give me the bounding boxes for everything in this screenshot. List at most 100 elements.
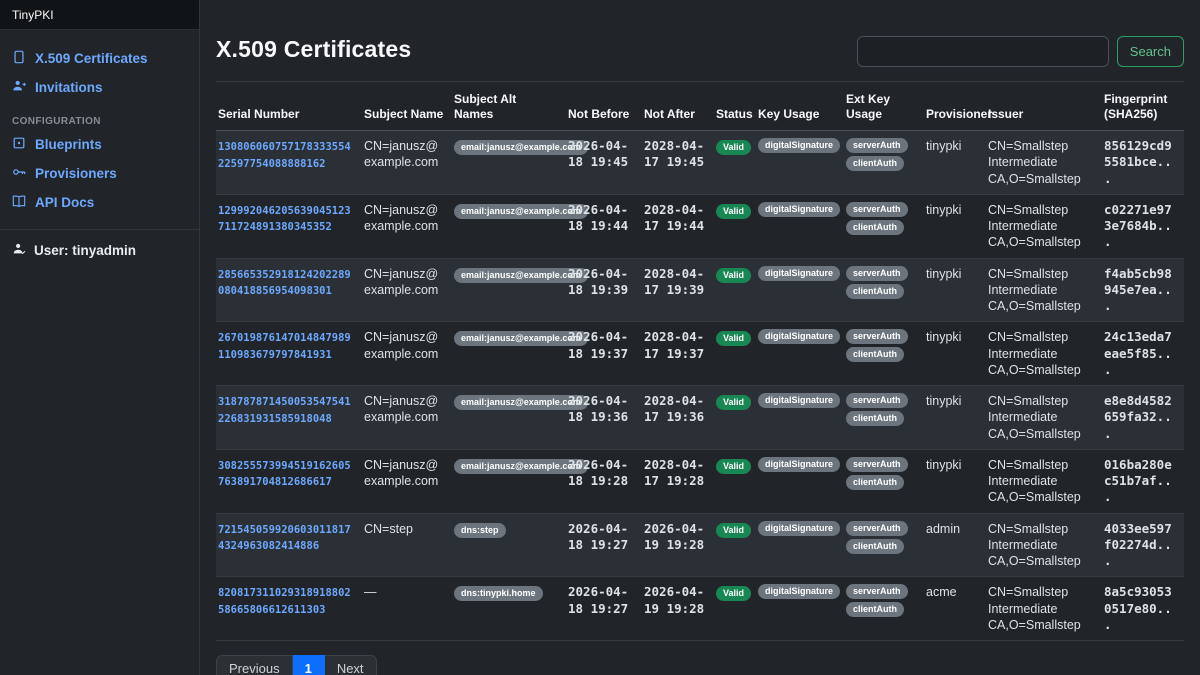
- user-label: User: tinyadmin: [34, 243, 136, 258]
- status-badge: Valid: [716, 586, 751, 601]
- pagination-next[interactable]: Next: [325, 655, 377, 675]
- usage-badge: serverAuth: [846, 584, 908, 599]
- usage-badge: digitalSignature: [758, 266, 840, 281]
- col-subject-name: Subject Name: [362, 84, 452, 131]
- subject-alt-names-cell: email:janusz@example.com: [452, 322, 566, 386]
- status-badge: Valid: [716, 523, 751, 538]
- usage-badge: digitalSignature: [758, 521, 840, 536]
- subject-name-cell: CN=janusz@example.com: [362, 322, 452, 386]
- subject-name-cell: CN=janusz@example.com: [362, 386, 452, 450]
- subject-name-cell: CN=janusz@example.com: [362, 131, 452, 195]
- sidebar-item-blueprints[interactable]: Blueprints: [0, 130, 199, 159]
- serial-number-cell: 308255573994519162605763891704812686617: [216, 449, 362, 513]
- main-header: X.509 Certificates Search: [216, 36, 1184, 67]
- sidebar-item-certificates[interactable]: X.509 Certificates: [0, 44, 199, 73]
- sidebar-section-configuration: CONFIGURATION: [0, 102, 199, 130]
- key-usage-cell: digitalSignature: [756, 577, 844, 641]
- serial-number-link[interactable]: 267019876147014847989110983679797841931: [218, 332, 351, 361]
- serial-number-cell: 285665352918124202289080418856954098301: [216, 258, 362, 322]
- fingerprint-cell: 856129cd95581bce...: [1102, 131, 1184, 195]
- serial-number-cell: 318787871450053547541226831931585918048: [216, 386, 362, 450]
- status-cell: Valid: [714, 131, 756, 195]
- provisioner-cell: tinypki: [924, 322, 986, 386]
- key-usage-cell: digitalSignature: [756, 258, 844, 322]
- issuer-cell: CN=Smallstep Intermediate CA,O=Smallstep: [986, 386, 1102, 450]
- ext-key-usage-cell: serverAuthclientAuth: [844, 131, 924, 195]
- serial-number-link[interactable]: 129992046205639045123711724891380345352: [218, 205, 351, 234]
- user-icon: [12, 242, 26, 259]
- ext-key-usage-cell: serverAuth clientAuth: [844, 449, 924, 513]
- search-button[interactable]: Search: [1117, 36, 1184, 67]
- issuer-cell: CN=Smallstep Intermediate CA,O=Smallstep: [986, 449, 1102, 513]
- col-status: Status: [714, 84, 756, 131]
- search-input[interactable]: [857, 36, 1109, 67]
- subject-alt-names-cell: email:janusz@example.com: [452, 386, 566, 450]
- serial-number-cell: 7215450599206030118174324963082414886: [216, 513, 362, 577]
- status-badge: Valid: [716, 140, 751, 155]
- provisioner-cell: tinypki: [924, 258, 986, 322]
- provisioner-cell: tinypki: [924, 386, 986, 450]
- issuer-cell: CN=Smallstep Intermediate CA,O=Smallstep: [986, 513, 1102, 577]
- serial-number-link[interactable]: 308255573994519162605763891704812686617: [218, 460, 351, 489]
- subject-alt-names-cell: email:janusz@example.com: [452, 194, 566, 258]
- subject-name-cell: CN=step: [362, 513, 452, 577]
- not-after-cell: 2028-04-17 19:36: [642, 386, 714, 450]
- serial-number-link[interactable]: 7215450599206030118174324963082414886: [218, 524, 351, 553]
- col-fingerprint: Fingerprint (SHA256): [1102, 84, 1184, 131]
- col-subject-alt-names: Subject Alt Names: [452, 84, 566, 131]
- usage-badge: digitalSignature: [758, 584, 840, 599]
- serial-number-cell: 13080606075717833355422597754088888162: [216, 131, 362, 195]
- sidebar-item-label: Blueprints: [35, 137, 102, 152]
- serial-number-link[interactable]: 13080606075717833355422597754088888162: [218, 141, 351, 170]
- sidebar-item-api-docs[interactable]: API Docs: [0, 188, 199, 217]
- subject-name-cell: CN=janusz@example.com: [362, 258, 452, 322]
- usage-badge: clientAuth: [846, 156, 904, 171]
- usage-badge: serverAuth: [846, 457, 908, 472]
- serial-number-link[interactable]: 285665352918124202289080418856954098301: [218, 269, 351, 298]
- issuer-cell: CN=Smallstep Intermediate CA,O=Smallstep: [986, 258, 1102, 322]
- status-badge: Valid: [716, 268, 751, 283]
- not-before-cell: 2026-04-18 19:27: [566, 513, 642, 577]
- not-after-cell: 2026-04-19 19:28: [642, 577, 714, 641]
- subject-alt-names-cell: dns:tinypki.home: [452, 577, 566, 641]
- page-title: X.509 Certificates: [216, 36, 411, 63]
- user-info: User: tinyadmin: [0, 230, 199, 271]
- usage-badge: clientAuth: [846, 284, 904, 299]
- subject-alt-names-cell: email:janusz@example.com: [452, 449, 566, 513]
- certificate-row: 82081731102931891880258665806612611303 —…: [216, 577, 1184, 641]
- col-issuer: Issuer: [986, 84, 1102, 131]
- not-after-cell: 2028-04-17 19:45: [642, 131, 714, 195]
- usage-badge: serverAuth: [846, 202, 908, 217]
- status-cell: Valid: [714, 386, 756, 450]
- certificate-icon: [12, 50, 26, 67]
- certificate-row: 267019876147014847989110983679797841931 …: [216, 322, 1184, 386]
- sidebar-item-provisioners[interactable]: Provisioners: [0, 159, 199, 188]
- serial-number-link[interactable]: 82081731102931891880258665806612611303: [218, 587, 351, 616]
- usage-badge: serverAuth: [846, 521, 908, 536]
- key-usage-cell: digitalSignature: [756, 322, 844, 386]
- subject-name-cell: CN=janusz@example.com: [362, 194, 452, 258]
- brand: TinyPKI: [0, 0, 199, 30]
- ext-key-usage-cell: serverAuthclientAuth: [844, 513, 924, 577]
- subject-alt-names-cell: email:janusz@example.com: [452, 131, 566, 195]
- certificate-row: 308255573994519162605763891704812686617 …: [216, 449, 1184, 513]
- key-icon: [12, 165, 26, 182]
- issuer-cell: CN=Smallstep Intermediate CA,O=Smallstep: [986, 194, 1102, 258]
- sidebar-item-invitations[interactable]: Invitations: [0, 73, 199, 102]
- fingerprint-cell: 016ba280ec51b7af...: [1102, 449, 1184, 513]
- book-icon: [12, 194, 26, 211]
- pagination-previous[interactable]: Previous: [216, 655, 293, 675]
- status-cell: Valid: [714, 449, 756, 513]
- status-badge: Valid: [716, 204, 751, 219]
- not-before-cell: 2026-04-18 19:39: [566, 258, 642, 322]
- not-before-cell: 2026-04-18 19:44: [566, 194, 642, 258]
- key-usage-cell: digitalSignature: [756, 386, 844, 450]
- usage-badge: clientAuth: [846, 475, 904, 490]
- status-cell: Valid: [714, 194, 756, 258]
- usage-badge: clientAuth: [846, 602, 904, 617]
- serial-number-link[interactable]: 318787871450053547541226831931585918048: [218, 396, 351, 425]
- pagination-page-1[interactable]: 1: [293, 655, 325, 675]
- key-usage-cell: digitalSignature: [756, 513, 844, 577]
- status-badge: Valid: [716, 459, 751, 474]
- key-usage-cell: digitalSignature: [756, 449, 844, 513]
